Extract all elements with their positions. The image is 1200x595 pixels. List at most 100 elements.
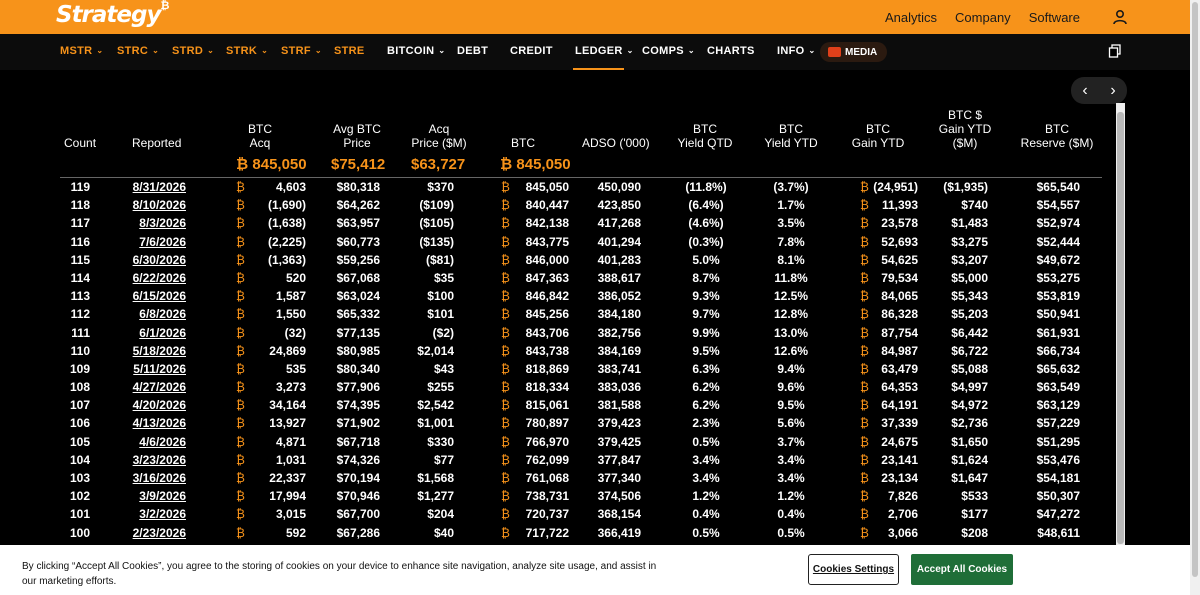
- copy-icon[interactable]: [1108, 44, 1122, 58]
- media-button[interactable]: MEDIA: [820, 42, 887, 62]
- header-btc-gain-ytd[interactable]: BTC Gain YTD: [848, 122, 908, 150]
- top-link-company[interactable]: Company: [955, 10, 1011, 25]
- table-row: 106 4/13/2026 ₿ 13,927 $71,902 $1,001 ₿ 780,897…: [0, 415, 1110, 433]
- header-btc[interactable]: BTC: [511, 136, 535, 150]
- cell-yield-qtd: 6.2%: [692, 380, 720, 395]
- cell-reported[interactable]: 6/8/2026: [118, 307, 186, 321]
- header-avg-btc-price[interactable]: Avg BTC Price: [326, 122, 388, 150]
- nav-bitcoin[interactable]: BITCOIN ⌄: [387, 45, 445, 57]
- table-row: 114 6/22/2026 ₿ 520 $67,068 $35 ₿ 847,363 388,61…: [0, 270, 1110, 288]
- nav-stre[interactable]: STRE: [334, 45, 365, 57]
- cell-reported[interactable]: 6/1/2026: [118, 326, 186, 340]
- cell-usd-gain: $740: [961, 198, 988, 213]
- chevron-right-icon[interactable]: ›: [1110, 82, 1115, 100]
- header-btc-yield-ytd[interactable]: BTC Yield YTD: [760, 122, 822, 150]
- cell-avg-price: $67,068: [336, 270, 380, 285]
- header-acq-price[interactable]: Acq Price ($M): [406, 122, 472, 150]
- header-count[interactable]: Count: [64, 136, 96, 150]
- cell-count: 113: [70, 289, 90, 304]
- cell-btc: 843,775: [525, 234, 569, 249]
- cell-reported[interactable]: 6/22/2026: [118, 271, 186, 285]
- cookies-settings-button[interactable]: Cookies Settings: [808, 554, 899, 585]
- cell-reported[interactable]: 5/11/2026: [118, 362, 186, 376]
- cell-reported[interactable]: 4/20/2026: [118, 398, 186, 412]
- nav-mstr[interactable]: MSTR ⌄: [60, 45, 103, 57]
- cell-reported[interactable]: 3/2/2026: [118, 507, 186, 521]
- nav-info[interactable]: INFO ⌄: [777, 45, 816, 57]
- cell-reserve: $57,229: [1036, 416, 1080, 431]
- cell-reported[interactable]: 6/15/2026: [118, 289, 186, 303]
- cell-reported[interactable]: 3/23/2026: [118, 453, 186, 467]
- chevron-down-icon: ⌄: [687, 46, 695, 55]
- table-row: 107 4/20/2026 ₿ 34,164 $74,395 $2,542 ₿ 815,061…: [0, 397, 1110, 415]
- cell-reported[interactable]: 8/3/2026: [118, 216, 186, 230]
- cell-reported[interactable]: 5/18/2026: [118, 344, 186, 358]
- header-btc-reserve[interactable]: BTC Reserve ($M): [1017, 122, 1097, 150]
- cell-adso: 382,756: [597, 325, 641, 340]
- header-btc-yield-qtd[interactable]: BTC Yield QTD: [674, 122, 736, 150]
- cell-count: 118: [70, 198, 90, 213]
- chevron-down-icon: ⌄: [96, 46, 104, 55]
- nav-strk[interactable]: STRK ⌄: [226, 45, 268, 57]
- page-scrollbar-thumb[interactable]: [1192, 2, 1198, 577]
- cell-yield-qtd: 9.7%: [692, 307, 720, 322]
- nav-comps[interactable]: COMPS ⌄: [642, 45, 695, 57]
- cell-reported[interactable]: 8/10/2026: [118, 198, 186, 212]
- header-adso[interactable]: ADSO ('000): [582, 136, 650, 150]
- cell-usd-gain: $6,442: [951, 325, 988, 340]
- nav-charts[interactable]: CHARTS: [707, 45, 755, 57]
- cell-usd-gain: $1,624: [951, 452, 988, 467]
- header-btc-acq[interactable]: BTC Acq: [236, 122, 284, 150]
- cell-reported[interactable]: 7/6/2026: [118, 235, 186, 249]
- bitcoin-symbol: ₿: [236, 471, 245, 485]
- cell-reserve: $63,129: [1036, 398, 1080, 413]
- cell-reserve: $48,611: [1037, 525, 1080, 540]
- nav-credit[interactable]: CREDIT: [510, 45, 553, 57]
- bitcoin-symbol: ₿: [236, 180, 245, 194]
- cell-avg-price: $67,286: [336, 525, 380, 540]
- cell-count: 109: [69, 361, 90, 376]
- cell-gain-ytd: 23,141: [881, 452, 918, 467]
- cell-avg-price: $65,332: [336, 307, 380, 322]
- cell-reported[interactable]: 8/31/2026: [118, 180, 186, 194]
- cell-reported[interactable]: 4/6/2026: [118, 435, 186, 449]
- header-reported[interactable]: Reported: [132, 136, 181, 150]
- strategy-logo[interactable]: Strategy₿: [56, 0, 169, 28]
- cell-adso: 379,425: [597, 434, 641, 449]
- cell-reported[interactable]: 4/27/2026: [118, 380, 186, 394]
- cell-avg-price: $77,906: [336, 380, 380, 395]
- user-icon[interactable]: [1112, 9, 1128, 25]
- cell-yield-ytd: 9.5%: [777, 398, 805, 413]
- header-btc-usd-gain-ytd[interactable]: BTC $ Gain YTD ($M): [935, 108, 995, 150]
- cell-acq-price: ($105): [419, 216, 454, 231]
- cell-acq-price: $77: [433, 452, 454, 467]
- cell-usd-gain: $4,997: [951, 380, 988, 395]
- cell-gain-ytd: 63,479: [881, 361, 918, 376]
- nav-ledger[interactable]: LEDGER ⌄: [575, 45, 634, 57]
- cell-btc-acq: 17,994: [269, 489, 306, 504]
- cell-avg-price: $70,194: [336, 471, 380, 485]
- nav-strd[interactable]: STRD ⌄: [172, 45, 214, 57]
- nav-debt[interactable]: DEBT: [457, 45, 488, 57]
- total-acq-price: $63,727: [411, 156, 466, 173]
- accept-all-cookies-button[interactable]: Accept All Cookies: [911, 554, 1013, 585]
- cell-reserve: $65,540: [1036, 180, 1080, 194]
- cell-reported[interactable]: 3/9/2026: [118, 489, 186, 503]
- nav-strc[interactable]: STRC ⌄: [117, 45, 159, 57]
- cell-reported[interactable]: 4/13/2026: [118, 416, 186, 430]
- cell-reported[interactable]: 6/30/2026: [118, 253, 186, 267]
- divider: [60, 177, 1102, 178]
- top-link-software[interactable]: Software: [1029, 10, 1080, 25]
- cell-btc-acq: 34,164: [269, 398, 306, 413]
- table-scrollbar-thumb[interactable]: [1117, 112, 1124, 544]
- chevron-left-icon[interactable]: ‹: [1082, 82, 1087, 100]
- cell-gain-ytd: 2,706: [887, 507, 918, 522]
- table-row: 108 4/27/2026 ₿ 3,273 $77,906 $255 ₿ 818,334 383…: [0, 379, 1110, 397]
- top-link-analytics[interactable]: Analytics: [885, 10, 937, 25]
- chevron-down-icon: ⌄: [314, 46, 322, 55]
- cell-reported[interactable]: 2/23/2026: [118, 526, 186, 540]
- nav-strf[interactable]: STRF ⌄: [281, 45, 322, 57]
- cell-reported[interactable]: 3/16/2026: [118, 471, 186, 485]
- cell-yield-qtd: (4.6%): [688, 216, 724, 231]
- cell-btc-acq: 4,603: [275, 180, 306, 194]
